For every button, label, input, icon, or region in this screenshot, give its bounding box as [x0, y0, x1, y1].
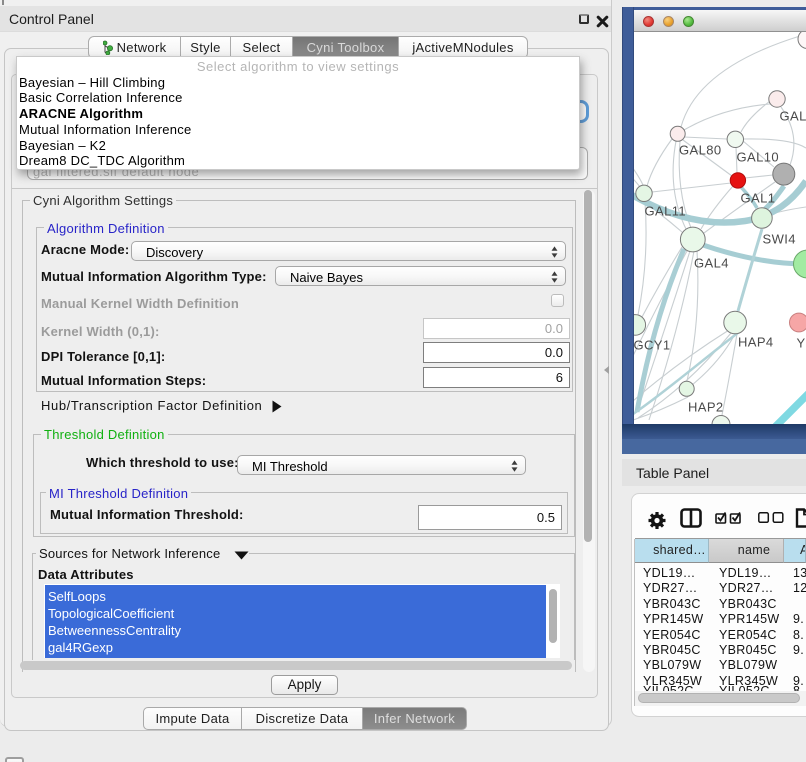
- svg-text:GAL1: GAL1: [741, 191, 776, 206]
- svg-text:HAP4: HAP4: [738, 335, 774, 350]
- svg-text:SWI4: SWI4: [763, 232, 796, 247]
- svg-text:GCY1: GCY1: [634, 338, 671, 353]
- svg-text:GAL4: GAL4: [694, 256, 729, 271]
- svg-text:GAL10: GAL10: [737, 150, 779, 165]
- svg-text:GAL80: GAL80: [679, 143, 721, 158]
- svg-text:YD: YD: [797, 336, 806, 351]
- svg-text:HAP2: HAP2: [688, 400, 724, 415]
- svg-text:GAL11: GAL11: [645, 204, 687, 219]
- svg-text:GAL2: GAL2: [780, 109, 806, 124]
